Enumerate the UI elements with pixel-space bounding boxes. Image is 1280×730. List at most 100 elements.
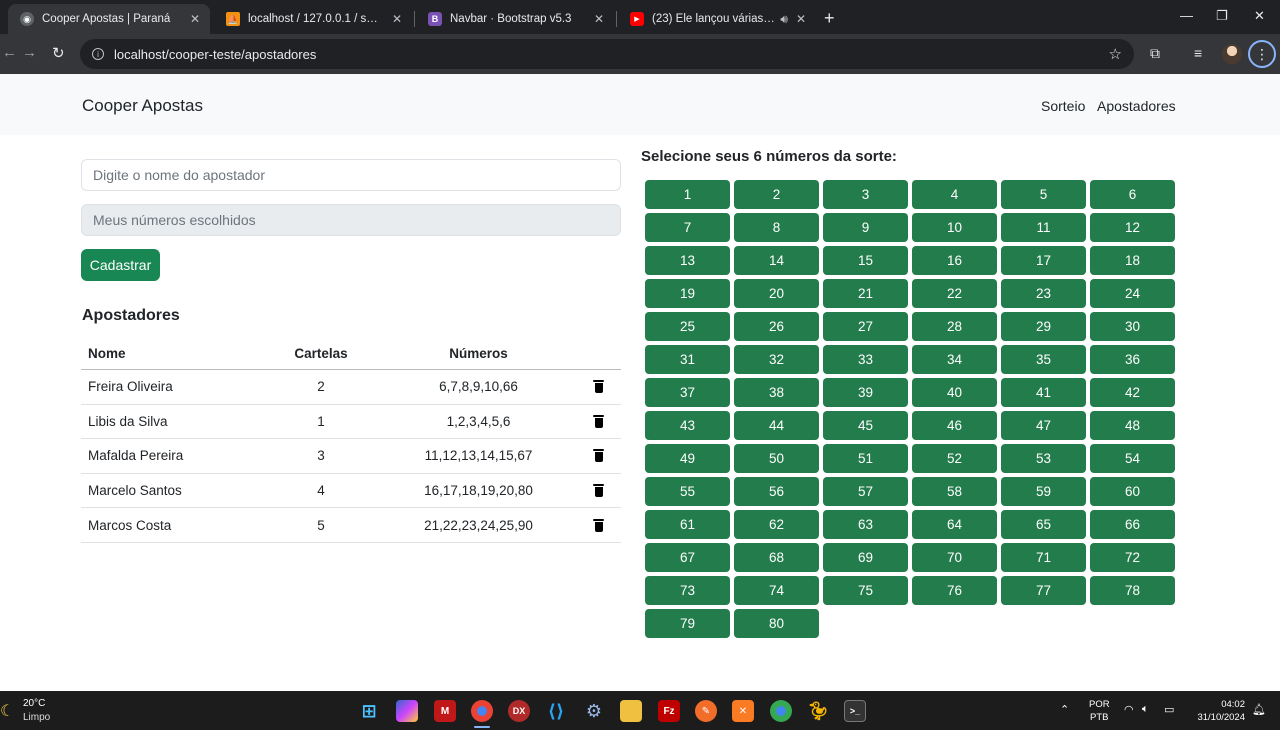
number-button[interactable]: 18 (1090, 246, 1175, 275)
weather-description[interactable]: Limpo (23, 712, 50, 723)
number-button[interactable]: 75 (823, 576, 908, 605)
number-button[interactable]: 65 (1001, 510, 1086, 539)
number-button[interactable]: 35 (1001, 345, 1086, 374)
number-button[interactable]: 50 (734, 444, 819, 473)
number-button[interactable]: 51 (823, 444, 908, 473)
navbar-brand[interactable]: Cooper Apostas (82, 96, 203, 116)
number-button[interactable]: 58 (912, 477, 997, 506)
number-button[interactable]: 30 (1090, 312, 1175, 341)
xampp-icon[interactable]: ✕ (732, 700, 754, 722)
close-tab-icon[interactable]: ✕ (190, 12, 200, 26)
register-button[interactable]: Cadastrar (81, 249, 160, 281)
duck-app-icon[interactable]: 🦆︎ (807, 700, 830, 722)
browser-menu-icon[interactable]: ⋮ (1248, 40, 1276, 68)
windows-start-icon[interactable]: ⊞ (358, 700, 380, 722)
number-button[interactable]: 74 (734, 576, 819, 605)
close-tab-icon[interactable]: ✕ (796, 12, 806, 26)
number-button[interactable]: 61 (645, 510, 730, 539)
back-icon[interactable]: ← (2, 44, 17, 61)
site-info-icon[interactable]: i (92, 48, 104, 60)
browser-tab-2[interactable]: B Navbar · Bootstrap v5.3 ✕ (416, 4, 614, 34)
number-button[interactable]: 22 (912, 279, 997, 308)
delete-button[interactable] (576, 414, 621, 428)
restore-icon[interactable]: ❐ (1216, 8, 1228, 24)
number-button[interactable]: 70 (912, 543, 997, 572)
number-button[interactable]: 36 (1090, 345, 1175, 374)
delete-button[interactable] (576, 484, 621, 498)
number-button[interactable]: 39 (823, 378, 908, 407)
nav-link-sorteio[interactable]: Sorteio (1041, 98, 1085, 114)
number-button[interactable]: 2 (734, 180, 819, 209)
number-button[interactable]: 27 (823, 312, 908, 341)
number-button[interactable]: 3 (823, 180, 908, 209)
delete-button[interactable] (576, 518, 621, 532)
number-button[interactable]: 38 (734, 378, 819, 407)
number-button[interactable]: 23 (1001, 279, 1086, 308)
number-button[interactable]: 19 (645, 279, 730, 308)
number-button[interactable]: 24 (1090, 279, 1175, 308)
address-bar[interactable]: i localhost/cooper-teste/apostadores ☆ (80, 39, 1134, 69)
number-button[interactable]: 67 (645, 543, 730, 572)
number-button[interactable]: 29 (1001, 312, 1086, 341)
number-button[interactable]: 11 (1001, 213, 1086, 242)
notification-bell-icon[interactable]: 🔔︎ (1252, 703, 1266, 716)
number-button[interactable]: 44 (734, 411, 819, 440)
number-button[interactable]: 37 (645, 378, 730, 407)
bookmark-star-icon[interactable]: ☆ (1109, 45, 1122, 63)
battery-icon[interactable]: ▭ (1164, 703, 1174, 716)
moon-icon[interactable]: ☾ (0, 701, 14, 721)
number-button[interactable]: 80 (734, 609, 819, 638)
terminal-icon[interactable]: >_ (844, 700, 866, 722)
nav-link-apostadores[interactable]: Apostadores (1097, 98, 1176, 114)
number-button[interactable]: 13 (645, 246, 730, 275)
media-control-icon[interactable]: ≡ (1194, 45, 1202, 61)
number-button[interactable]: 47 (1001, 411, 1086, 440)
close-window-icon[interactable]: ✕ (1254, 8, 1265, 24)
new-tab-button[interactable]: + (824, 8, 835, 29)
number-button[interactable]: 53 (1001, 444, 1086, 473)
number-button[interactable]: 40 (912, 378, 997, 407)
number-button[interactable]: 64 (912, 510, 997, 539)
number-button[interactable]: 33 (823, 345, 908, 374)
chrome-icon[interactable] (471, 700, 493, 722)
copilot-icon[interactable] (396, 700, 418, 722)
number-button[interactable]: 73 (645, 576, 730, 605)
number-button[interactable]: 63 (823, 510, 908, 539)
number-button[interactable]: 26 (734, 312, 819, 341)
sublime-icon[interactable]: ✎ (695, 700, 717, 722)
number-button[interactable]: 56 (734, 477, 819, 506)
filezilla-icon[interactable]: Fz (658, 700, 680, 722)
number-button[interactable]: 5 (1001, 180, 1086, 209)
file-explorer-icon[interactable] (620, 700, 642, 722)
number-button[interactable]: 71 (1001, 543, 1086, 572)
number-button[interactable]: 57 (823, 477, 908, 506)
number-button[interactable]: 78 (1090, 576, 1175, 605)
number-button[interactable]: 34 (912, 345, 997, 374)
number-button[interactable]: 41 (1001, 378, 1086, 407)
number-button[interactable]: 77 (1001, 576, 1086, 605)
number-button[interactable]: 43 (645, 411, 730, 440)
number-button[interactable]: 12 (1090, 213, 1175, 242)
number-button[interactable]: 59 (1001, 477, 1086, 506)
chrome-profile-icon[interactable] (770, 700, 792, 722)
number-button[interactable]: 62 (734, 510, 819, 539)
number-button[interactable]: 4 (912, 180, 997, 209)
number-button[interactable]: 9 (823, 213, 908, 242)
settings-gear-icon[interactable]: ⚙ (583, 700, 605, 722)
extensions-icon[interactable]: ⧉ (1150, 45, 1160, 62)
number-button[interactable]: 6 (1090, 180, 1175, 209)
number-button[interactable]: 69 (823, 543, 908, 572)
weather-temperature[interactable]: 20°C (23, 698, 45, 709)
mcafee-icon[interactable]: M (434, 700, 456, 722)
number-button[interactable]: 7 (645, 213, 730, 242)
number-button[interactable]: 54 (1090, 444, 1175, 473)
delete-button[interactable] (576, 449, 621, 463)
forward-icon[interactable]: → (22, 44, 37, 61)
number-button[interactable]: 55 (645, 477, 730, 506)
number-button[interactable]: 45 (823, 411, 908, 440)
number-button[interactable]: 72 (1090, 543, 1175, 572)
number-button[interactable]: 20 (734, 279, 819, 308)
system-clock[interactable]: 04:02 31/10/2024 (1192, 698, 1245, 724)
number-button[interactable]: 16 (912, 246, 997, 275)
close-tab-icon[interactable]: ✕ (594, 12, 604, 26)
